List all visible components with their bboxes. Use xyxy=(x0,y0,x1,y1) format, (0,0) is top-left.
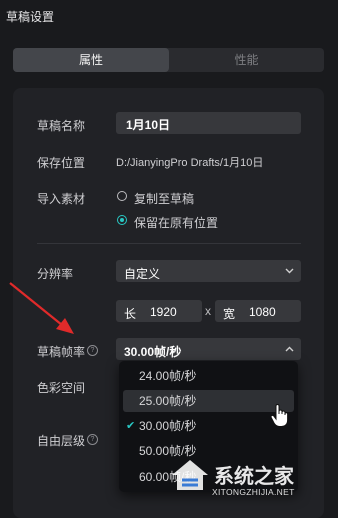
watermark-url: XITONGZHIJIA.NET xyxy=(212,487,295,497)
house-logo-icon xyxy=(172,460,208,490)
watermark: 系统之家 XITONGZHIJIA.NET xyxy=(170,456,336,506)
watermark-brand: 系统之家 xyxy=(214,466,294,488)
annotation-arrow-icon xyxy=(9,282,74,334)
